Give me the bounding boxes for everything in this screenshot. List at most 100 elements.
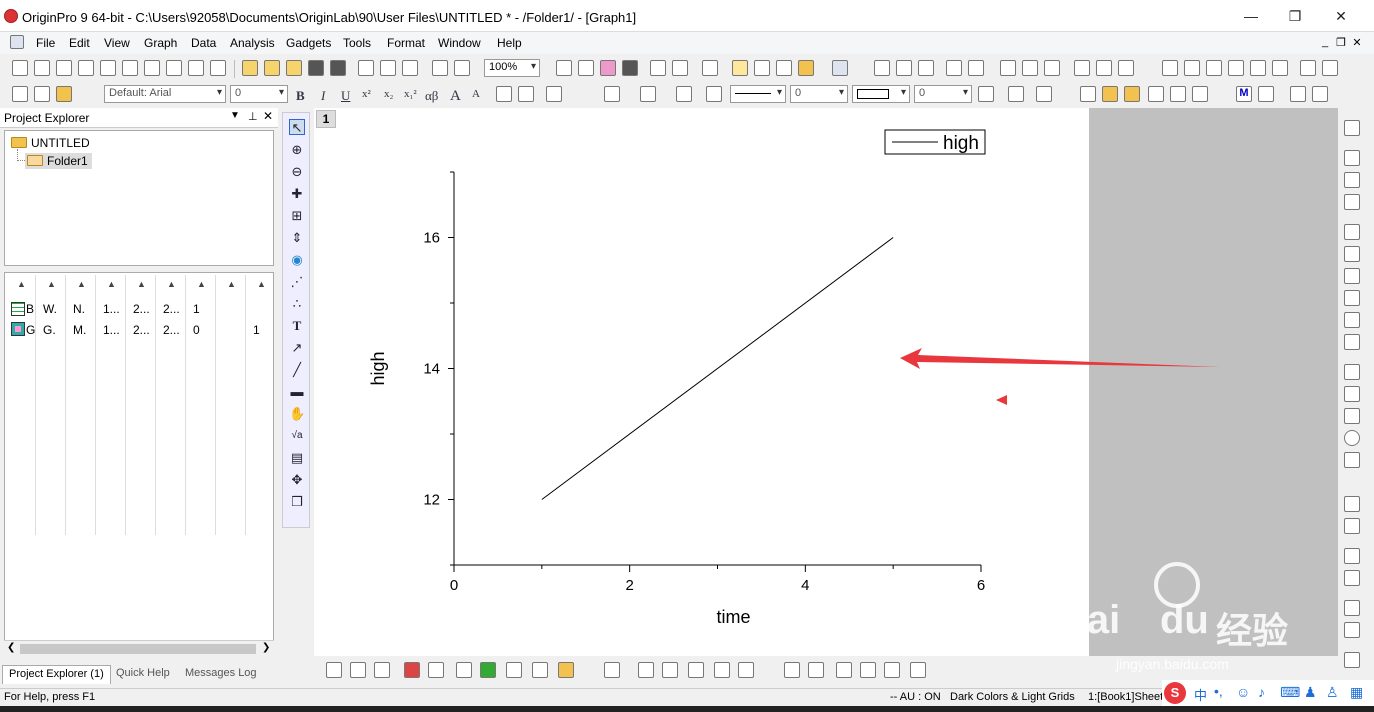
sort-arrow-icon[interactable]: ▲ [137,279,146,289]
stock-plot-icon[interactable] [456,662,472,678]
sort-arrow-icon[interactable]: ▲ [227,279,236,289]
menu-gadgets[interactable]: Gadgets [286,36,331,50]
project-explorer-icon[interactable] [702,60,718,76]
mdi-restore-button[interactable]: ❐ [1334,36,1348,49]
new-workbook-icon[interactable] [34,60,50,76]
3d-bar-icon[interactable] [638,662,654,678]
horizontal-scrollbar[interactable]: ❮ ❯ [4,640,274,656]
sort-arrow-icon[interactable]: ▲ [47,279,56,289]
perspective-icon[interactable] [836,662,852,678]
mdi-close-button[interactable]: ✕ [1350,36,1364,49]
add-column-icon[interactable] [832,60,848,76]
line-tool-icon[interactable]: ╱ [289,362,305,378]
line-width-select[interactable]: 0 [790,85,848,103]
column-chart-icon[interactable] [1000,60,1016,76]
set-label-icon[interactable] [1250,60,1266,76]
line-symbol-plot-icon[interactable] [374,662,390,678]
layer-indicator[interactable]: 1 [316,110,336,128]
pattern-width-select[interactable]: 0 [914,85,972,103]
import-wizard-icon[interactable] [402,60,418,76]
new-layout-icon[interactable] [144,60,160,76]
linked-axis-icon[interactable] [1344,312,1360,328]
region-mask-icon[interactable]: ◉ [289,252,305,268]
merge-icon[interactable]: M [1236,86,1252,102]
export-icon[interactable] [578,60,594,76]
greek-button[interactable]: αβ [425,88,438,104]
text-align-icon[interactable] [518,86,534,102]
column-icon[interactable] [1044,60,1060,76]
print-icon[interactable] [556,60,572,76]
tab-quick-help[interactable]: Quick Help [110,665,176,684]
supersubscript-button[interactable]: x₁² [404,88,417,100]
set-y-icon[interactable] [1184,60,1200,76]
bold-button[interactable]: B [296,88,305,104]
menu-view[interactable]: View [104,36,130,50]
ime-punct-icon[interactable]: •, [1214,683,1223,699]
3d-surface-icon[interactable] [604,662,620,678]
results-log-icon[interactable] [672,60,688,76]
line-style-select[interactable] [730,85,786,103]
pattern-icon[interactable] [640,86,656,102]
template-plot-icon[interactable] [558,662,574,678]
pan-tool-icon[interactable]: ✥ [289,472,305,488]
statistics-icon[interactable] [896,60,912,76]
new-notes-icon[interactable] [188,60,204,76]
image-plot-icon[interactable] [714,662,730,678]
increase-font-button[interactable]: A [450,88,461,105]
superscript-button[interactable]: x² [362,88,371,100]
scroll-thumb[interactable] [20,644,256,654]
hatch-icon[interactable] [978,86,994,102]
menu-format[interactable]: Format [387,36,425,50]
3d-wire-icon[interactable] [662,662,678,678]
multi-panel-icon[interactable] [428,662,444,678]
layer-3x3-icon[interactable] [1344,194,1360,210]
heatmap-icon[interactable] [738,662,754,678]
move-front-icon[interactable] [1080,86,1096,102]
pointer-icon[interactable]: ↖ [289,119,305,135]
inset-icon[interactable] [1344,334,1360,350]
set-values-icon[interactable] [946,60,962,76]
command-window-icon[interactable] [754,60,770,76]
merge-graphs-icon[interactable] [1344,150,1360,166]
resize-icon[interactable] [860,662,876,678]
dropdown-icon[interactable]: ▼ [230,110,240,121]
menu-help[interactable]: Help [497,36,522,50]
font-color-icon[interactable] [546,86,562,102]
filter-icon[interactable] [1074,60,1090,76]
minimize-button[interactable]: — [1236,6,1266,26]
align-top-icon[interactable] [1344,496,1360,512]
menu-tools[interactable]: Tools [343,36,371,50]
save-template-icon[interactable] [330,60,346,76]
pin-icon[interactable]: ⊥ [248,110,258,123]
recalculate-icon[interactable] [454,60,470,76]
sort-arrow-icon[interactable]: ▲ [77,279,86,289]
move-back-icon[interactable] [1102,86,1118,102]
import-ascii-icon[interactable] [358,60,374,76]
mask-points-icon[interactable]: ⋰ [289,274,305,290]
font-size-select[interactable]: 0 [230,85,288,103]
tree-folder1[interactable]: Folder1 [25,153,92,169]
graph-window-icon[interactable] [10,35,24,49]
tree-root[interactable]: UNTITLED [11,136,90,150]
align-right-icon[interactable] [1192,86,1208,102]
filter-reapply-icon[interactable] [1118,60,1134,76]
new-matrix-icon[interactable] [78,60,94,76]
ime-skin-icon[interactable]: ♟ [1304,684,1317,701]
new-graph-icon[interactable] [100,60,116,76]
set-z-icon[interactable] [1206,60,1222,76]
save-project-icon[interactable] [308,60,324,76]
equation-tool-icon[interactable]: √a [289,428,305,444]
annotation-tool-icon[interactable]: ▤ [289,450,305,466]
unmerge-icon[interactable] [1258,86,1274,102]
ime-shirt-icon[interactable]: ♙ [1326,684,1339,701]
new-report-icon[interactable] [210,60,226,76]
tab-project-explorer[interactable]: Project Explorer (1) [2,665,111,684]
layer-content-icon[interactable] [1344,408,1360,424]
menu-edit[interactable]: Edit [69,36,90,50]
ime-chinese-icon[interactable]: 中 [1194,685,1207,704]
ime-voice-icon[interactable]: ♪ [1258,684,1265,700]
set-error-icon[interactable] [1228,60,1244,76]
menu-graph[interactable]: Graph [144,36,177,50]
sort-icon[interactable] [918,60,934,76]
move-icon[interactable] [884,662,900,678]
